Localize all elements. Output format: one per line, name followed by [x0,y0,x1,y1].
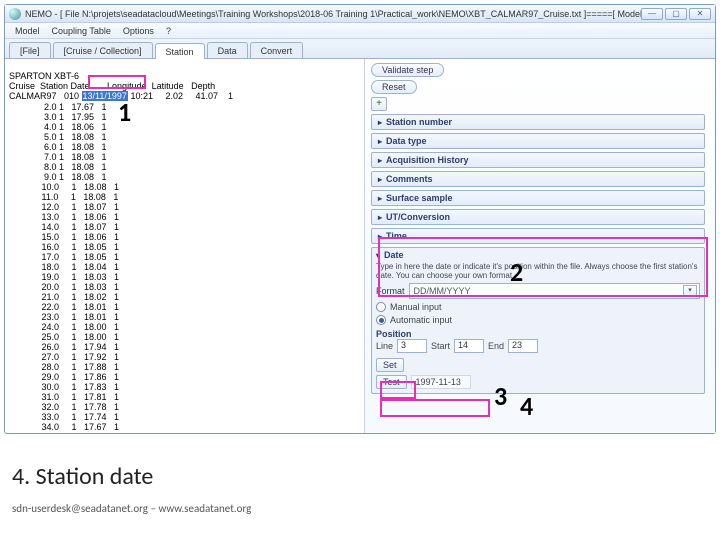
automatic-input-radio[interactable] [376,315,386,325]
tab-file[interactable]: [File] [9,42,51,58]
chevron-right-icon: ▸ [378,232,382,241]
set-button[interactable]: Set [376,358,404,372]
manual-input-label: Manual input [390,302,442,312]
section-comments[interactable]: ▸Comments [371,171,705,187]
chevron-down-icon[interactable]: ▾ [683,285,697,297]
menu-options[interactable]: Options [117,26,160,36]
properties-pane: Validate step Reset + ▸Station number ▸D… [365,59,715,433]
validate-button[interactable]: Validate step [371,63,444,77]
section-acquisition[interactable]: ▸Acquisition History [371,152,705,168]
close-button[interactable]: ✕ [689,8,711,20]
tab-convert[interactable]: Convert [250,42,304,58]
file-preview-pane[interactable]: SPARTON XBT-6Cruise Station Date Longitu… [5,59,365,433]
chevron-right-icon: ▸ [378,137,382,146]
chevron-right-icon: ▸ [378,194,382,203]
section-data-type[interactable]: ▸Data type [371,133,705,149]
add-button[interactable]: + [371,97,387,111]
format-select[interactable]: DD/MM/YYYY ▾ [409,283,700,299]
manual-input-radio[interactable] [376,302,386,312]
section-utconv[interactable]: ▸UT/Conversion [371,209,705,225]
position-label: Position [376,329,700,339]
callout-1: 1 [118,96,131,128]
minimize-button[interactable]: — [641,8,663,20]
window-title: NEMO - [ File N:\projets\seadatacloud\Me… [25,9,641,19]
date-help-text: Type in here the date or indicate it's p… [376,262,700,280]
callout-3: 3 [494,380,507,412]
menu-model[interactable]: Model [9,26,46,36]
chevron-right-icon: ▸ [378,175,382,184]
app-icon [9,8,21,20]
callout-2: 2 [510,256,523,288]
section-date: ▾Date Type in here the date or indicate … [371,247,705,394]
chevron-right-icon: ▸ [378,118,382,127]
slide-title: 4. Station date [12,462,153,491]
tab-station[interactable]: Station [155,43,205,59]
chevron-down-icon: ▾ [376,251,380,260]
menu-help[interactable]: ? [160,26,177,36]
reset-button[interactable]: Reset [371,80,417,94]
app-window: NEMO - [ File N:\projets\seadatacloud\Me… [4,4,716,434]
titlebar: NEMO - [ File N:\projets\seadatacloud\Me… [5,5,715,23]
end-input[interactable]: 23 [508,339,538,353]
test-output: 1997-11-13 [411,375,471,389]
automatic-input-label: Automatic input [390,315,452,325]
section-time[interactable]: ▸Time [371,228,705,244]
chevron-right-icon: ▸ [378,156,382,165]
menu-coupling[interactable]: Coupling Table [46,26,117,36]
test-button[interactable]: Test [376,375,407,389]
format-label: Format [376,286,405,296]
section-station-number[interactable]: ▸Station number [371,114,705,130]
tab-data[interactable]: Data [207,42,248,58]
line-input[interactable]: 3 [397,339,427,353]
tabbar: [File] [Cruise / Collection] Station Dat… [5,39,715,59]
slide-footer: sdn-userdesk@seadatanet.org – www.seadat… [12,502,251,515]
section-surface[interactable]: ▸Surface sample [371,190,705,206]
tab-cruise[interactable]: [Cruise / Collection] [53,42,153,58]
maximize-button[interactable]: ▢ [665,8,687,20]
menubar: Model Coupling Table Options ? [5,23,715,39]
chevron-right-icon: ▸ [378,213,382,222]
callout-4: 4 [520,390,533,422]
start-input[interactable]: 14 [454,339,484,353]
